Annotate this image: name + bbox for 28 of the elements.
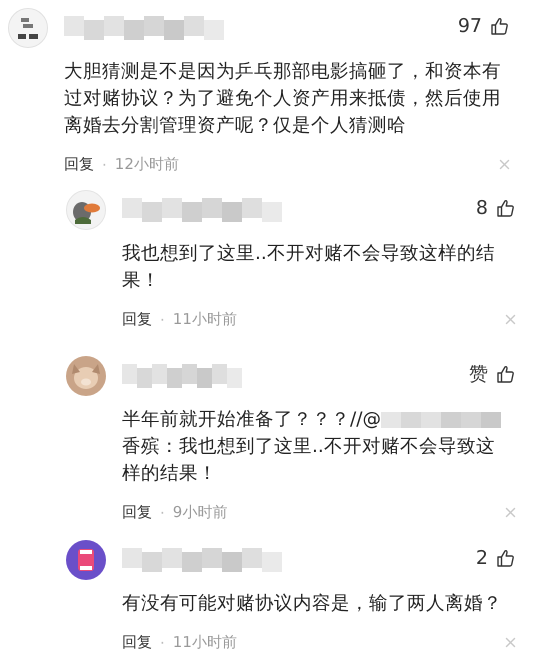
- thumbs-up-icon[interactable]: [496, 364, 516, 384]
- comment-text: 大胆猜测是不是因为乒乓那部电影搞砸了，和资本有过对赌协议？为了避免个人资产用来抵债，然后使用离婚去分割管理资产呢？仅是个人猜测哈: [64, 60, 502, 138]
- comment-text: 半年前就开始准备了？？？//@: [122, 409, 381, 430]
- thumbs-up-icon[interactable]: [496, 198, 516, 218]
- avatar-icon[interactable]: [8, 8, 48, 48]
- thumbs-up-icon[interactable]: [490, 16, 510, 36]
- timestamp: 12小时前: [114, 155, 179, 174]
- reply-link[interactable]: 回复: [122, 310, 152, 329]
- avatar-icon[interactable]: [66, 190, 106, 230]
- separator-dot: ·: [102, 156, 107, 174]
- timestamp: 9小时前: [172, 503, 228, 522]
- separator-dot: ·: [160, 634, 165, 652]
- reply-link[interactable]: 回复: [64, 155, 94, 174]
- separator-dot: ·: [160, 310, 165, 328]
- like-count: 97: [458, 15, 482, 37]
- like-count: 8: [476, 197, 488, 219]
- timestamp: 11小时前: [172, 633, 237, 652]
- like-count: 2: [476, 547, 488, 569]
- comment-text: 香殡：我也想到了这里..不开对赌不会导致这样的结果！: [122, 436, 495, 484]
- reply-link[interactable]: 回复: [122, 633, 152, 652]
- comment-text: 我也想到了这里..不开对赌不会导致这样的结果！: [122, 242, 496, 293]
- like-count: 赞: [469, 362, 488, 387]
- comment-text: 有没有可能对赌协议内容是，输了两人离婚？: [122, 592, 503, 616]
- timestamp: 11小时前: [172, 310, 237, 329]
- thumbs-up-icon[interactable]: [496, 548, 516, 568]
- separator-dot: ·: [160, 504, 165, 522]
- reply-link[interactable]: 回复: [122, 503, 152, 522]
- avatar-icon[interactable]: [66, 540, 106, 580]
